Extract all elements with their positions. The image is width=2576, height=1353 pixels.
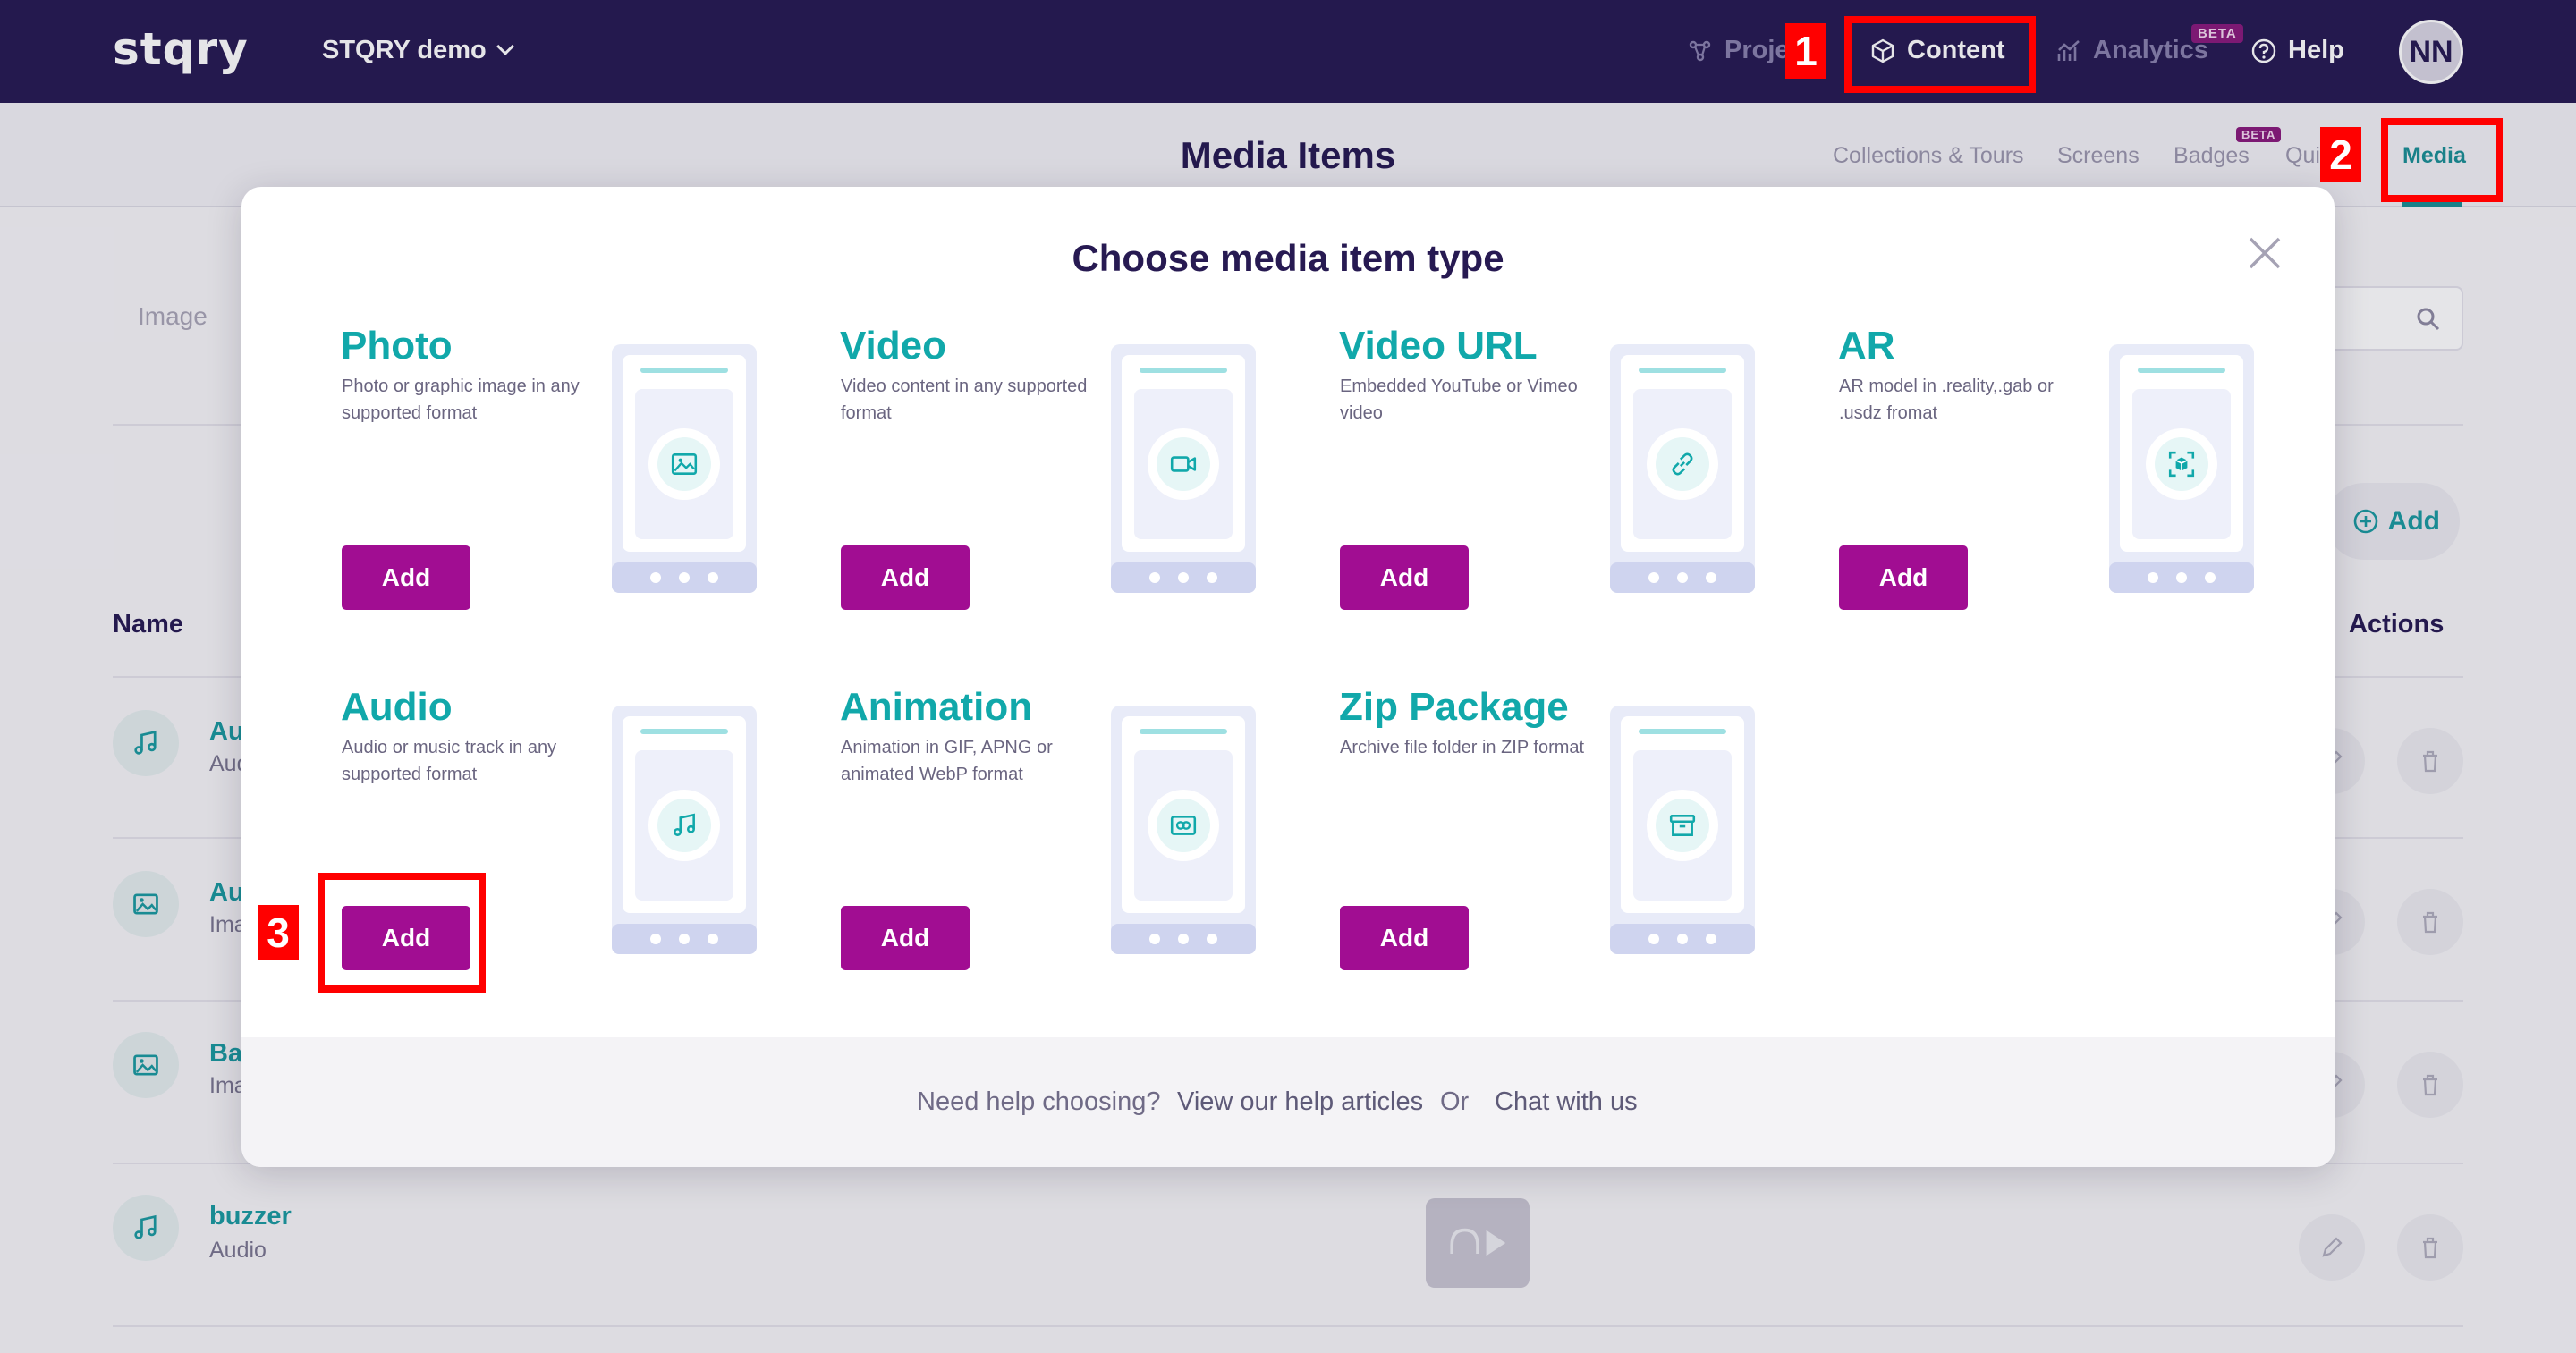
modal-title: Choose media item type bbox=[1072, 237, 1504, 279]
card-title: Animation bbox=[840, 685, 1033, 729]
card-title: Audio bbox=[341, 685, 453, 729]
annotation-box-1 bbox=[1844, 16, 2036, 93]
music-note-icon bbox=[674, 813, 695, 836]
choose-media-type-modal: Choose media item type Photo Photo or gr… bbox=[242, 187, 2334, 1167]
need-help-text: Need help choosing? bbox=[917, 1087, 1161, 1116]
animation-icon bbox=[1170, 816, 1197, 835]
image-icon bbox=[671, 453, 698, 475]
card-description: AR model in .reality,.gab or .usdz froma… bbox=[1839, 376, 2054, 423]
annotation-number-2: 2 bbox=[2320, 127, 2361, 182]
add-ar-button[interactable]: Add bbox=[1839, 545, 1968, 610]
card-title: Video URL bbox=[1339, 324, 1538, 368]
add-zip-package-button[interactable]: Add bbox=[1340, 906, 1469, 970]
card-description: Archive file folder in ZIP format bbox=[1340, 738, 1585, 757]
video-camera-icon bbox=[1170, 456, 1197, 472]
link-icon bbox=[1672, 452, 1693, 476]
annotation-box-3 bbox=[318, 873, 486, 993]
add-animation-button[interactable]: Add bbox=[841, 906, 970, 970]
chat-with-us-link[interactable]: Chat with us bbox=[1495, 1087, 1638, 1117]
add-video-url-button[interactable]: Add bbox=[1340, 545, 1469, 610]
annotation-box-2 bbox=[2381, 118, 2503, 202]
card-title: AR bbox=[1838, 324, 1895, 368]
add-photo-button[interactable]: Add bbox=[342, 545, 470, 610]
card-description: Embedded YouTube or Vimeo video bbox=[1340, 376, 1578, 423]
add-video-button[interactable]: Add bbox=[841, 545, 970, 610]
help-articles-link[interactable]: View our help articles bbox=[1177, 1087, 1423, 1117]
card-description: Animation in GIF, APNG or animated WebP … bbox=[841, 738, 1053, 784]
annotation-number-3: 3 bbox=[258, 905, 299, 960]
archive-box-icon bbox=[1669, 815, 1696, 836]
card-title: Video bbox=[840, 324, 947, 368]
close-icon[interactable] bbox=[2245, 233, 2284, 273]
ar-cube-icon bbox=[2168, 451, 2195, 478]
card-title: Zip Package bbox=[1339, 685, 1569, 729]
annotation-number-1: 1 bbox=[1785, 23, 1826, 79]
card-title: Photo bbox=[341, 324, 453, 368]
card-description: Video content in any supported format bbox=[841, 376, 1088, 423]
card-description: Audio or music track in any supported fo… bbox=[342, 738, 557, 784]
card-description: Photo or graphic image in any supported … bbox=[342, 376, 580, 423]
or-text: Or bbox=[1440, 1087, 1470, 1116]
